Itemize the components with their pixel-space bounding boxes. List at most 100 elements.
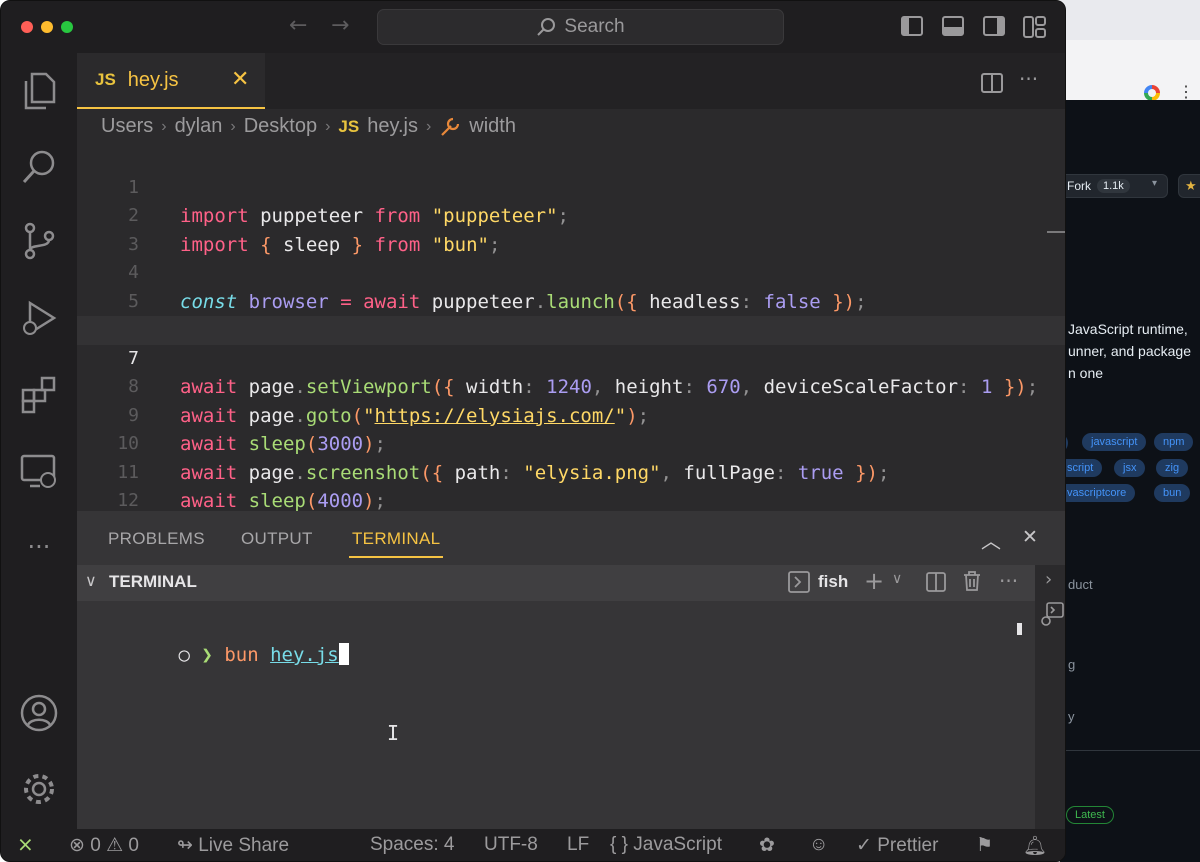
fork-label: Fork (1067, 179, 1091, 193)
close-window-button[interactable] (21, 21, 33, 33)
code-line[interactable]: 3 (77, 202, 1065, 255)
live-share-button[interactable]: ↬ Live Share (177, 834, 289, 857)
topic-tag[interactable]: vascriptcore (1058, 484, 1136, 502)
fork-count: 1.1k (1097, 179, 1130, 193)
chevron-right-icon[interactable]: › (1045, 569, 1052, 590)
topic-tag[interactable]: jsx (1114, 459, 1146, 477)
notifications-bell-icon[interactable]: 🔔︎ (1023, 834, 1047, 858)
minimize-window-button[interactable] (41, 21, 53, 33)
latest-release-badge[interactable]: Latest (1066, 806, 1114, 824)
source-control-icon[interactable] (19, 221, 59, 261)
maximize-panel-icon[interactable]: ︿ (981, 525, 1001, 554)
terminal-section-header[interactable]: ∨ TERMINAL fish + ∨ ··· (77, 565, 1035, 601)
code-line[interactable]: 6 (77, 288, 1065, 340)
more-icon[interactable]: ··· (19, 527, 59, 567)
terminal-output[interactable]: ○ ❯ bun hey.js I (77, 601, 1035, 829)
browser-tabstrip (1060, 0, 1200, 40)
feedback-icon[interactable]: ⚑ (976, 834, 993, 857)
search-icon[interactable] (19, 147, 59, 187)
customize-layout-icon[interactable] (1023, 16, 1047, 38)
tab-label: hey.js (127, 68, 179, 91)
shell-name[interactable]: fish (818, 572, 848, 592)
indentation-status[interactable]: Spaces: 4 (370, 834, 455, 856)
encoding-status[interactable]: UTF-8 (484, 834, 538, 856)
prettier-status[interactable]: ✓ Prettier (856, 834, 938, 857)
chevron-right-icon: › (161, 117, 167, 135)
extension-status-icon[interactable]: ✿ (759, 834, 775, 857)
maximize-window-button[interactable] (61, 21, 73, 33)
code-line[interactable]: 10 await page.screenshot({ path: "elysia… (77, 402, 1065, 484)
sidebar-fragment: y (1068, 709, 1075, 724)
topic-tag[interactable]: bun (1154, 484, 1191, 502)
run-and-debug-icon[interactable] (19, 299, 59, 339)
circle-status-icon: ○ (178, 644, 190, 666)
breadcrumb-item[interactable]: hey.js (367, 115, 418, 138)
code-line-current[interactable]: 7 await page.setViewport({ width: 1240, … (77, 316, 1065, 398)
remote-indicator-icon[interactable]: ⨯ (17, 832, 34, 857)
toggle-primary-sidebar-icon[interactable] (901, 16, 923, 36)
warning-count: 0 (128, 835, 139, 856)
code-line[interactable]: 9 await sleep(3000); (77, 373, 1065, 456)
divider (1060, 750, 1200, 751)
problems-status[interactable]: ⊗ 0 ⚠ 0 (69, 834, 139, 857)
breadcrumb-item[interactable]: width (469, 115, 516, 138)
scrollbar-marker[interactable] (1047, 231, 1065, 233)
tab-terminal[interactable]: TERMINAL (352, 529, 440, 549)
forward-arrow-icon[interactable]: → (331, 13, 349, 38)
more-actions-icon[interactable]: ··· (999, 569, 1018, 593)
toggle-panel-icon[interactable] (942, 16, 964, 36)
command-center-search[interactable]: Search (377, 9, 784, 45)
code-line[interactable]: 12 await browser.close(); (77, 459, 1065, 541)
tab-problems[interactable]: PROBLEMS (108, 529, 205, 549)
language-mode-status[interactable]: { } JavaScript (610, 834, 722, 856)
language-label: JavaScript (633, 834, 722, 855)
chevron-down-icon[interactable]: ∨ (892, 571, 902, 587)
topic-tag[interactable]: javascript (1082, 433, 1147, 451)
code-line[interactable]: 2 import { sleep } from "bun"; (77, 174, 1065, 256)
toggle-secondary-sidebar-icon[interactable] (983, 16, 1005, 36)
extensions-icon[interactable] (19, 375, 59, 415)
scrollbar-marker[interactable] (1017, 623, 1022, 635)
browser-menu-icon[interactable]: ⋮ (1178, 82, 1194, 102)
topic-tag[interactable]: npm (1154, 433, 1194, 451)
breadcrumb-item[interactable]: Users (101, 115, 153, 138)
copilot-icon[interactable]: ☺ (809, 834, 828, 856)
breadcrumb-item[interactable]: Desktop (244, 115, 317, 138)
code-line[interactable]: 8 await page.goto("https://elysiajs.com/… (77, 345, 1065, 427)
star-button[interactable]: ★ (1178, 174, 1200, 198)
code-line[interactable]: 5 const page = await browser.newPage(); (77, 259, 1065, 342)
back-arrow-icon[interactable]: ← (289, 13, 307, 38)
description-line: n one (1068, 365, 1104, 381)
close-icon[interactable]: ✕ (231, 67, 249, 92)
new-terminal-icon[interactable]: + (864, 567, 884, 595)
more-actions-icon[interactable]: ··· (1019, 67, 1038, 91)
chevron-down-icon[interactable]: ▾ (1152, 178, 1157, 189)
trash-icon[interactable] (962, 570, 982, 592)
code-line[interactable]: 4 const browser = await puppeteer.launch… (77, 231, 1065, 313)
split-terminal-icon[interactable] (926, 572, 946, 592)
bottom-panel: PROBLEMS OUTPUT TERMINAL ︿ ✕ ∨ TERMINAL … (77, 511, 1065, 829)
gear-icon[interactable] (19, 769, 59, 809)
google-icon[interactable] (1144, 85, 1160, 101)
tab-hey-js[interactable]: JS hey.js ✕ (77, 53, 265, 109)
warning-icon: ⚠ (106, 835, 124, 856)
code-line[interactable]: 1 import puppeteer from "puppeteer"; (77, 145, 1065, 228)
tab-output[interactable]: OUTPUT (241, 529, 313, 549)
debug-terminal-icon[interactable] (1039, 601, 1065, 627)
eol-status[interactable]: LF (567, 834, 589, 856)
explorer-icon[interactable] (19, 71, 59, 111)
remote-explorer-icon[interactable] (19, 451, 59, 491)
chevron-down-icon[interactable]: ∨ (85, 571, 97, 590)
chevron-right-icon: › (425, 117, 432, 135)
split-editor-icon[interactable] (981, 73, 1003, 93)
search-icon (537, 18, 556, 36)
repo-description: JavaScript runtime, unner, and package n… (1068, 318, 1191, 384)
accounts-icon[interactable] (19, 693, 59, 733)
code-editor[interactable]: 1 import puppeteer from "puppeteer"; 2 i… (77, 145, 1065, 541)
close-panel-icon[interactable]: ✕ (1022, 526, 1038, 548)
topic-tag[interactable]: zig (1156, 459, 1189, 477)
live-share-icon: ↬ (177, 835, 193, 856)
breadcrumb-item[interactable]: dylan (175, 115, 223, 138)
fork-button[interactable]: Fork 1.1k ▾ (1060, 174, 1168, 198)
code-line[interactable]: 11 await sleep(4000); (77, 430, 1065, 513)
